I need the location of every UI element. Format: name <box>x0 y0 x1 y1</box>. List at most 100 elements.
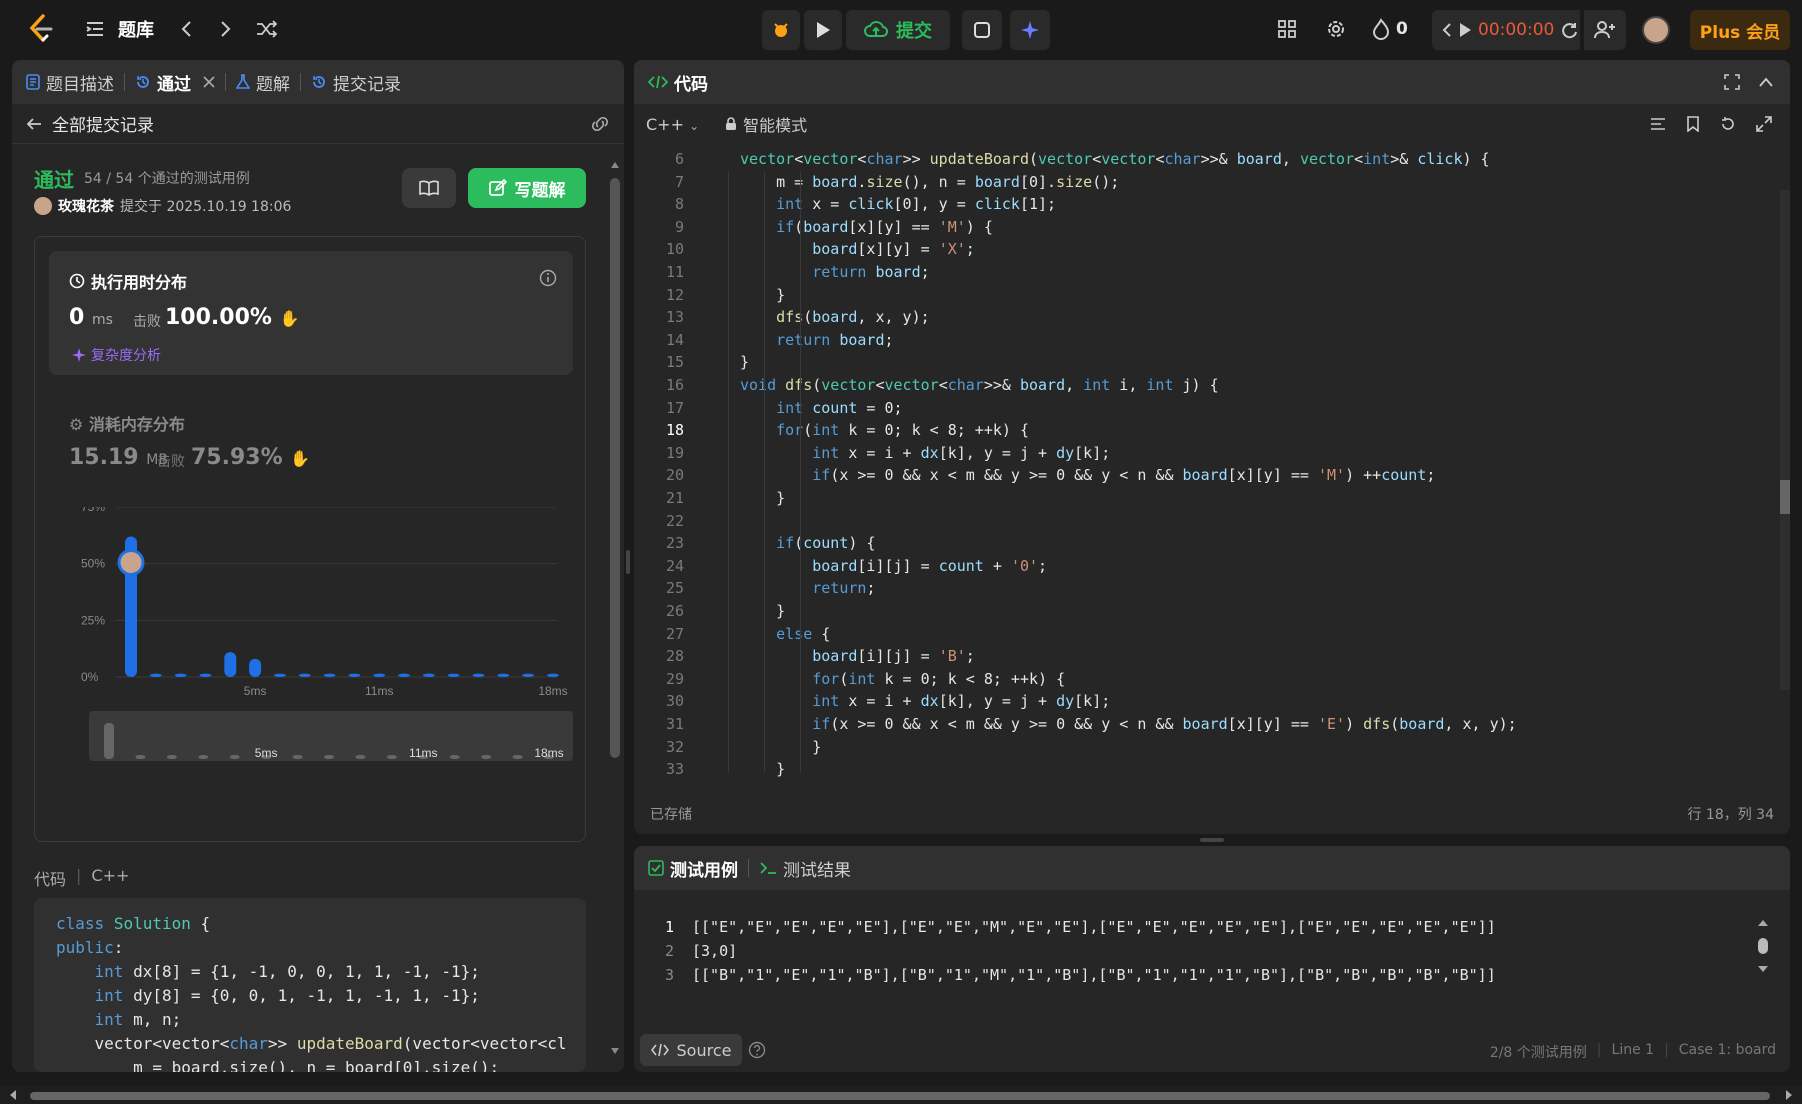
scroll-left-icon[interactable] <box>8 1089 18 1101</box>
y-tick-label: 75% <box>81 507 105 514</box>
user-avatar[interactable] <box>1642 16 1670 44</box>
book-icon[interactable] <box>402 168 456 208</box>
streak-counter[interactable]: 0 <box>1372 18 1408 40</box>
timer-collapse-icon[interactable] <box>1442 22 1452 38</box>
info-icon[interactable] <box>539 269 557 287</box>
problem-bank-title[interactable]: 题库 <box>118 16 154 42</box>
timer-reset-icon[interactable] <box>1560 21 1578 39</box>
tab-submissions[interactable]: 提交记录 <box>311 70 401 95</box>
chart-bar[interactable] <box>224 652 237 677</box>
memory-beat-label: 击败 <box>157 454 185 470</box>
submitted-code-block[interactable]: class Solution {public: int dx[8] = {1, … <box>34 898 586 1072</box>
scroll-up-icon[interactable] <box>610 160 620 170</box>
code-editor-area[interactable]: 6 vector<vector<char>> updateBoard(vector… <box>634 146 1780 784</box>
fullscreen-icon[interactable] <box>1724 74 1740 90</box>
testcase-line[interactable]: [["E","E","E","E","E"],["E","E","M","E",… <box>692 918 1496 936</box>
testcase-scrollbar-thumb[interactable] <box>1758 938 1768 954</box>
submit-button[interactable]: 提交 <box>846 10 950 50</box>
run-icon[interactable] <box>804 10 842 50</box>
chart-bar[interactable] <box>174 673 187 677</box>
help-icon[interactable] <box>748 1041 766 1059</box>
arrow-left-icon[interactable] <box>26 117 42 131</box>
chart-bar[interactable] <box>199 673 212 677</box>
collapse-up-icon[interactable] <box>1758 76 1774 88</box>
page-horizontal-scrollbar-thumb[interactable] <box>30 1092 1770 1100</box>
problem-list-icon[interactable] <box>84 18 106 40</box>
chart-bar[interactable] <box>249 658 262 677</box>
chart-bar[interactable] <box>273 673 286 677</box>
chart-bar[interactable] <box>497 673 510 677</box>
left-scrollbar-thumb[interactable] <box>610 178 620 758</box>
chart-bar[interactable] <box>348 673 361 677</box>
chart-bar[interactable] <box>398 673 411 677</box>
code-line: } <box>740 602 786 620</box>
link-icon[interactable] <box>590 117 610 131</box>
notes-icon[interactable] <box>962 10 1002 50</box>
range-bar <box>135 755 146 759</box>
chart-bar[interactable] <box>149 673 162 677</box>
runtime-beat-value: 100.00% ✋ <box>165 305 300 330</box>
tab-solutions[interactable]: 题解 <box>236 70 290 95</box>
runtime-distribution-chart[interactable]: 0% 25% 50% 75% 5ms 11ms 18ms <box>35 507 587 707</box>
language-select[interactable]: C++ ⌄ <box>646 115 699 134</box>
chart-bar[interactable] <box>522 673 535 677</box>
editor-scrollbar-track[interactable] <box>1780 190 1790 690</box>
layout-grid-icon[interactable] <box>1276 18 1298 40</box>
scroll-right-icon[interactable] <box>1784 1089 1794 1101</box>
prev-problem-icon[interactable] <box>174 16 198 42</box>
testcase-line[interactable]: [["B","1","E","1","B"],["B","1","M","1",… <box>692 966 1496 984</box>
all-submissions-link[interactable]: 全部提交记录 <box>52 111 154 136</box>
code-editor-panel: 代码 C++ ⌄ 智能模式 6 vector<vector<char>> upda… <box>634 60 1790 834</box>
scroll-up-icon[interactable] <box>1756 918 1770 928</box>
history-icon <box>137 76 149 88</box>
memory-title[interactable]: ⚙ 消耗内存分布 <box>69 411 185 435</box>
leetcode-logo-icon[interactable] <box>26 14 56 44</box>
chart-bar[interactable] <box>373 673 386 677</box>
chart-bar[interactable] <box>422 673 435 677</box>
write-solution-button[interactable]: 写题解 <box>468 168 586 208</box>
format-icon[interactable] <box>1650 117 1666 131</box>
user-name[interactable]: 玫瑰花茶 <box>58 196 114 216</box>
complexity-analysis-link[interactable]: 复杂度分析 <box>71 345 161 365</box>
reset-icon[interactable] <box>1720 116 1736 132</box>
runtime-beat-label: 击败 <box>133 314 161 330</box>
expand-icon[interactable] <box>1756 116 1772 132</box>
vertical-splitter-handle[interactable] <box>626 550 630 574</box>
runtime-range-slider[interactable]: 5ms 11ms 18ms <box>89 711 573 761</box>
ai-sparkle-icon[interactable] <box>1010 10 1050 50</box>
chart-bar[interactable] <box>323 673 336 677</box>
source-button[interactable]: Source <box>640 1034 742 1066</box>
editor-scrollbar-thumb[interactable] <box>1780 480 1790 514</box>
runtime-card[interactable]: 执行用时分布 0 ms 击败 100.00% ✋ 复杂度分析 <box>49 251 573 375</box>
testcase-line[interactable]: [3,0] <box>692 942 737 960</box>
range-bar <box>386 755 397 759</box>
scroll-down-icon[interactable] <box>610 1046 620 1056</box>
tab-code[interactable]: 代码 <box>648 70 708 95</box>
plus-membership-button[interactable]: Plus 会员 <box>1690 10 1790 50</box>
shuffle-icon[interactable] <box>254 16 280 42</box>
add-friend-icon[interactable] <box>1584 10 1626 50</box>
memory-value: 15.19 MB <box>69 445 168 470</box>
chart-bar[interactable] <box>298 673 311 677</box>
bookmark-icon[interactable] <box>1686 116 1700 132</box>
debug-icon[interactable] <box>762 10 800 50</box>
y-tick-label: 50% <box>81 557 105 571</box>
chart-bar[interactable] <box>547 673 559 677</box>
tab-accepted[interactable]: 通过 <box>135 70 215 95</box>
your-submission-marker[interactable] <box>117 548 145 576</box>
line-number: 26 <box>665 602 684 620</box>
close-tab-icon[interactable] <box>203 76 215 88</box>
chart-bar[interactable] <box>447 673 460 677</box>
timer-play-icon[interactable] <box>1458 22 1472 38</box>
settings-gear-icon[interactable] <box>1325 18 1347 40</box>
next-problem-icon[interactable] <box>214 16 238 42</box>
scroll-down-icon[interactable] <box>1756 964 1770 974</box>
testcase-scrollbar[interactable] <box>1756 918 1770 974</box>
horizontal-splitter-handle[interactable] <box>1200 838 1224 842</box>
chart-bar[interactable] <box>472 673 485 677</box>
tab-testcase[interactable]: 测试用例 <box>648 856 738 881</box>
smart-mode-toggle[interactable]: 智能模式 <box>725 112 807 136</box>
timer-widget[interactable]: 00:00:00 <box>1432 10 1580 50</box>
tab-test-result[interactable]: 测试结果 <box>759 856 851 881</box>
tab-description[interactable]: 题目描述 <box>26 70 114 95</box>
